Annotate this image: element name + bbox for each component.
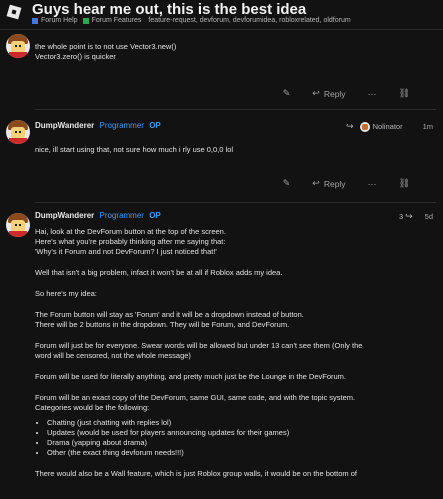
topic-header: Guys hear me out, this is the best idea … bbox=[0, 0, 443, 30]
post-meta: 3 ↪ 5d bbox=[399, 211, 433, 222]
avatar-eye bbox=[19, 45, 21, 47]
avatar-eye bbox=[15, 131, 17, 133]
edit-icon[interactable]: ✎ bbox=[283, 178, 291, 189]
post-author: DumpWanderer Programmer OP bbox=[35, 211, 161, 220]
avatar-shirt bbox=[9, 52, 27, 58]
post-line: Vector3.zero() is quicker bbox=[35, 52, 116, 61]
post-actions: ✎ ↩ Reply ··· ⛓ bbox=[261, 178, 410, 189]
post-line: Well that isn't a big problem, infact it… bbox=[35, 268, 283, 277]
post-body: the whole point is to not use Vector3.ne… bbox=[35, 42, 435, 62]
link-icon[interactable]: ⛓ bbox=[399, 88, 410, 99]
topic-title[interactable]: Guys hear me out, this is the best idea bbox=[32, 1, 306, 18]
list-item: Chatting (just chatting with replies lol… bbox=[47, 418, 435, 428]
post-line: the whole point is to not use Vector3.ne… bbox=[35, 42, 177, 51]
post-line: Here's what you're probably thinking aft… bbox=[35, 237, 226, 246]
post: DumpWanderer Programmer OP 3 ↪ 5d Hai, l… bbox=[0, 203, 443, 499]
category-forum-features[interactable]: Forum Features bbox=[82, 17, 141, 24]
post-line: The Forum button will stay as 'Forum' an… bbox=[35, 310, 304, 319]
avatar-eye bbox=[19, 224, 21, 226]
post-timestamp[interactable]: 1m bbox=[423, 122, 433, 131]
post-line: nice, ill start using that, not sure how… bbox=[35, 145, 234, 154]
post: the whole point is to not use Vector3.ne… bbox=[0, 30, 443, 110]
post-line: 'Why's it Forum and not DevForum? I just… bbox=[35, 247, 217, 256]
post-timestamp[interactable]: 5d bbox=[425, 212, 433, 221]
list-item: Drama (yapping about drama) bbox=[47, 438, 435, 448]
roblox-logo-icon[interactable] bbox=[6, 4, 22, 20]
reply-to-avatar[interactable] bbox=[359, 121, 370, 132]
reply-to-arrow-icon: ↪ bbox=[346, 121, 354, 131]
post-line: So here's my idea: bbox=[35, 289, 97, 298]
category-forum-help[interactable]: Forum Help bbox=[32, 17, 78, 24]
reply-count[interactable]: 3 bbox=[399, 212, 403, 221]
avatar-eye bbox=[15, 224, 17, 226]
reply-button[interactable]: ↩ Reply bbox=[312, 88, 345, 99]
post: DumpWanderer Programmer OP ↪ Nolinator 1… bbox=[0, 110, 443, 205]
topic-meta: Forum Help Forum Features feature-reques… bbox=[32, 17, 351, 24]
post-line: Categories would be the following: bbox=[35, 403, 150, 412]
link-icon[interactable]: ⛓ bbox=[399, 178, 410, 189]
avatar[interactable] bbox=[6, 34, 30, 58]
avatar-eye bbox=[19, 131, 21, 133]
avatar-shirt bbox=[9, 231, 27, 237]
post-line: Forum will be an exact copy of the DevFo… bbox=[35, 393, 356, 402]
user-title: Programmer bbox=[99, 121, 144, 130]
topic-tags[interactable]: feature-request, devforum, devforumidea,… bbox=[148, 17, 350, 24]
user-title: Programmer bbox=[99, 211, 144, 220]
category-color-square bbox=[32, 17, 38, 24]
op-badge: OP bbox=[149, 121, 161, 130]
more-options-icon[interactable]: ··· bbox=[368, 179, 377, 189]
post-line: Hai, look at the DevForum button at the … bbox=[35, 227, 226, 236]
list-item: Updates (would be used for players annou… bbox=[47, 428, 435, 438]
more-options-icon[interactable]: ··· bbox=[368, 89, 377, 99]
op-badge: OP bbox=[149, 211, 161, 220]
post-author: DumpWanderer Programmer OP bbox=[35, 121, 161, 130]
reply-arrow-icon: ↩ bbox=[312, 178, 320, 188]
avatar-eye bbox=[15, 45, 17, 47]
reply-arrow-icon: ↩ bbox=[312, 88, 320, 98]
edit-icon[interactable]: ✎ bbox=[283, 88, 291, 99]
avatar[interactable] bbox=[6, 120, 30, 144]
category-list: Chatting (just chatting with replies lol… bbox=[35, 418, 435, 458]
avatar[interactable] bbox=[6, 213, 30, 237]
reply-arrow-icon[interactable]: ↪ bbox=[405, 211, 413, 222]
category-color-square bbox=[82, 17, 89, 24]
post-actions: ✎ ↩ Reply ··· ⛓ bbox=[261, 88, 410, 99]
post-line: There will be 2 buttons in the dropdown.… bbox=[35, 320, 290, 329]
post-meta: ↪ Nolinator 1m bbox=[346, 121, 433, 132]
post-body: Hai, look at the DevForum button at the … bbox=[35, 227, 435, 479]
username[interactable]: DumpWanderer bbox=[35, 121, 94, 130]
post-line: Forum will be used for literally anythin… bbox=[35, 372, 346, 381]
reply-button[interactable]: ↩ Reply bbox=[312, 178, 345, 189]
post-body: nice, ill start using that, not sure how… bbox=[35, 145, 435, 155]
avatar-shirt bbox=[9, 138, 27, 144]
reply-to-user[interactable]: Nolinator bbox=[373, 122, 403, 131]
post-line: There would also be a Wall feature, whic… bbox=[35, 469, 357, 478]
list-item: Other (the exact thing devforum needs!!!… bbox=[47, 448, 435, 458]
post-line: Forum will just be for everyone. Swear w… bbox=[35, 341, 363, 350]
username[interactable]: DumpWanderer bbox=[35, 211, 94, 220]
post-line: word will be censored, not the whole mes… bbox=[35, 351, 191, 360]
